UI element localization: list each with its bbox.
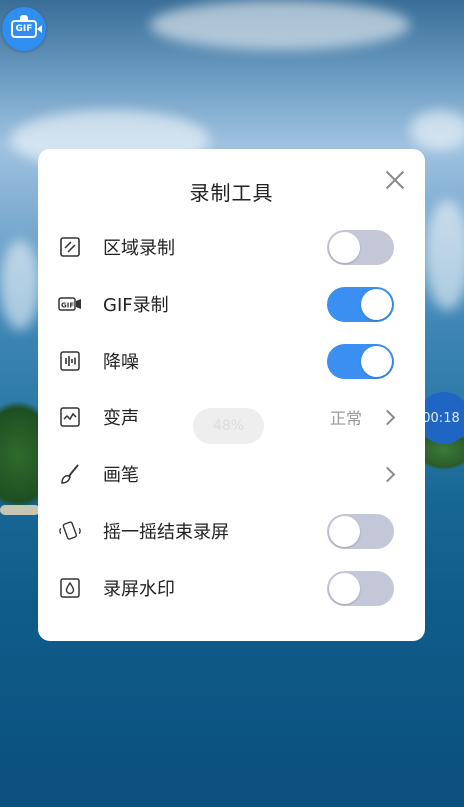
region-record-toggle[interactable] (327, 229, 394, 265)
background-cloud (425, 200, 464, 310)
panel-title: 录制工具 (189, 181, 274, 205)
toggle-knob (329, 515, 360, 547)
progress-toast: 48% (193, 408, 264, 444)
gif-camera-badge[interactable]: GIF (2, 7, 46, 51)
shake-phone-icon (58, 519, 82, 543)
voice-change-icon (58, 405, 82, 429)
toggle-knob (361, 345, 392, 377)
svg-text:GIF: GIF (61, 302, 74, 310)
watermark-toggle[interactable] (327, 570, 394, 606)
row-label: 区域录制 (103, 238, 175, 259)
noise-reduction-toggle[interactable] (327, 343, 394, 379)
row-gif-record[interactable]: GIF GIF录制 (38, 276, 425, 332)
toggle-knob (329, 231, 360, 263)
progress-text: 48% (212, 418, 245, 434)
background-cloud (150, 0, 410, 50)
shake-to-stop-toggle[interactable] (327, 513, 394, 549)
noise-reduction-icon (58, 349, 82, 373)
background-sand (0, 505, 40, 515)
row-label: 录屏水印 (103, 579, 175, 600)
region-record-icon (58, 235, 82, 259)
background-cloud (0, 240, 40, 330)
row-label: 降噪 (103, 352, 139, 373)
row-label: 画笔 (103, 465, 139, 486)
background-cloud (410, 110, 464, 150)
row-label: GIF录制 (103, 295, 169, 316)
timer-text: 00:18 (422, 410, 460, 426)
row-watermark[interactable]: 录屏水印 (38, 560, 425, 616)
chevron-right-icon (379, 466, 396, 482)
row-brush[interactable]: 画笔 (38, 446, 425, 502)
recording-tools-panel: 录制工具 区域录制 GIF GIF录制 降噪 变声 正常 画笔 摇一摇结束录屏 … (38, 149, 425, 641)
gif-record-toggle[interactable] (327, 286, 394, 322)
toggle-knob (361, 288, 392, 320)
voice-change-value: 正常 (330, 409, 363, 428)
row-label: 变声 (103, 408, 139, 429)
row-label: 摇一摇结束录屏 (103, 522, 229, 543)
gif-camera-icon: GIF (11, 20, 42, 38)
chevron-right-icon (379, 409, 396, 425)
toggle-knob (329, 572, 360, 604)
gif-icon: GIF (58, 292, 82, 316)
brush-icon (58, 462, 82, 486)
row-region-record[interactable]: 区域录制 (38, 219, 425, 275)
row-shake-to-stop[interactable]: 摇一摇结束录屏 (38, 503, 425, 559)
row-noise-reduction[interactable]: 降噪 (38, 333, 425, 389)
gif-badge-label: GIF (15, 24, 33, 34)
close-icon[interactable] (382, 167, 408, 193)
watermark-icon (58, 576, 82, 600)
